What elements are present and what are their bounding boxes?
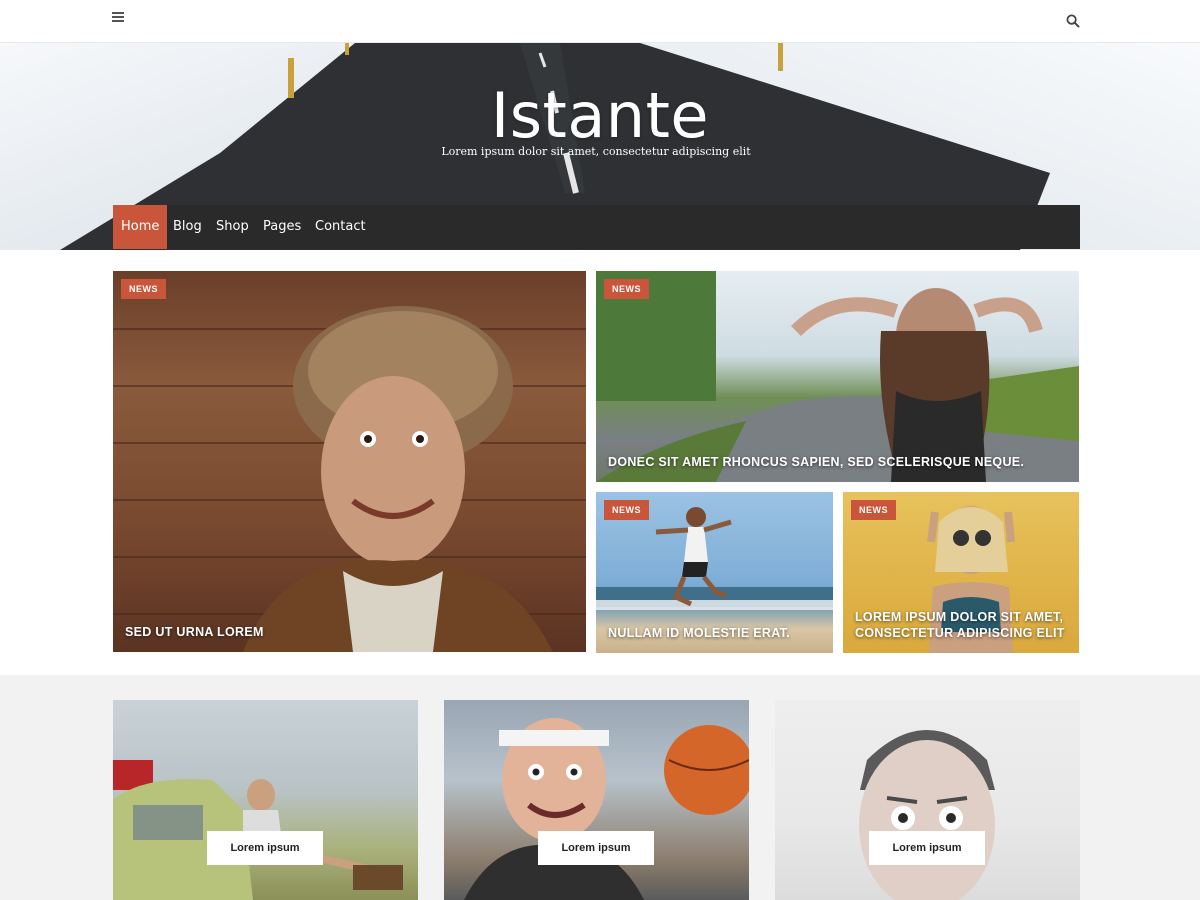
search-icon[interactable] [1066, 14, 1080, 28]
post-card-label[interactable]: Lorem ipsum [869, 831, 985, 865]
post-card-label[interactable]: Lorem ipsum [207, 831, 323, 865]
featured-post-wide[interactable]: NEWS DONEC SIT AMET RHONCUS SAPIEN, SED … [596, 271, 1079, 482]
post-image-surprised-man [859, 730, 995, 900]
nav-item-contact[interactable]: Contact [315, 205, 366, 249]
hamburger-menu-icon[interactable] [112, 12, 124, 24]
top-bar [0, 0, 1200, 43]
site-tagline: Lorem ipsum dolor sit amet, consectetur … [441, 145, 751, 158]
post-card[interactable]: Lorem ipsum [775, 700, 1080, 900]
post-image-woman-car [113, 760, 403, 900]
post-image-man-fur-hat [113, 306, 586, 652]
post-card[interactable]: Lorem ipsum [444, 700, 749, 900]
post-card-label[interactable]: Lorem ipsum [538, 831, 654, 865]
post-title[interactable]: SED UT URNA LOREM [125, 624, 578, 640]
nav-item-pages[interactable]: Pages [263, 205, 301, 249]
nav-item-shop[interactable]: Shop [216, 205, 249, 249]
post-title[interactable]: NULLAM ID MOLESTIE ERAT. [608, 625, 825, 641]
post-title[interactable]: DONEC SIT AMET RHONCUS SAPIEN, SED SCELE… [608, 454, 1071, 470]
main-nav: Home Blog Shop Pages Contact [113, 205, 1080, 249]
featured-post-large[interactable]: NEWS SED UT URNA LOREM [113, 271, 586, 652]
post-card[interactable]: Lorem ipsum [113, 700, 418, 900]
post-image-woman-road [596, 271, 1079, 482]
news-badge[interactable]: NEWS [604, 500, 649, 520]
news-badge[interactable]: NEWS [604, 279, 649, 299]
featured-post-small-right[interactable]: NEWS LOREM IPSUM DOLOR SIT AMET, CONSECT… [843, 492, 1079, 653]
nav-item-home[interactable]: Home [113, 205, 168, 249]
site-title[interactable]: Istante [0, 79, 1200, 152]
nav-item-blog[interactable]: Blog [173, 205, 202, 249]
featured-post-small-left[interactable]: NEWS NULLAM ID MOLESTIE ERAT. [596, 492, 833, 653]
post-image-basketball-man [464, 718, 749, 900]
post-title[interactable]: LOREM IPSUM DOLOR SIT AMET, CONSECTETUR … [855, 609, 1071, 641]
news-badge[interactable]: NEWS [851, 500, 896, 520]
news-badge[interactable]: NEWS [121, 279, 166, 299]
